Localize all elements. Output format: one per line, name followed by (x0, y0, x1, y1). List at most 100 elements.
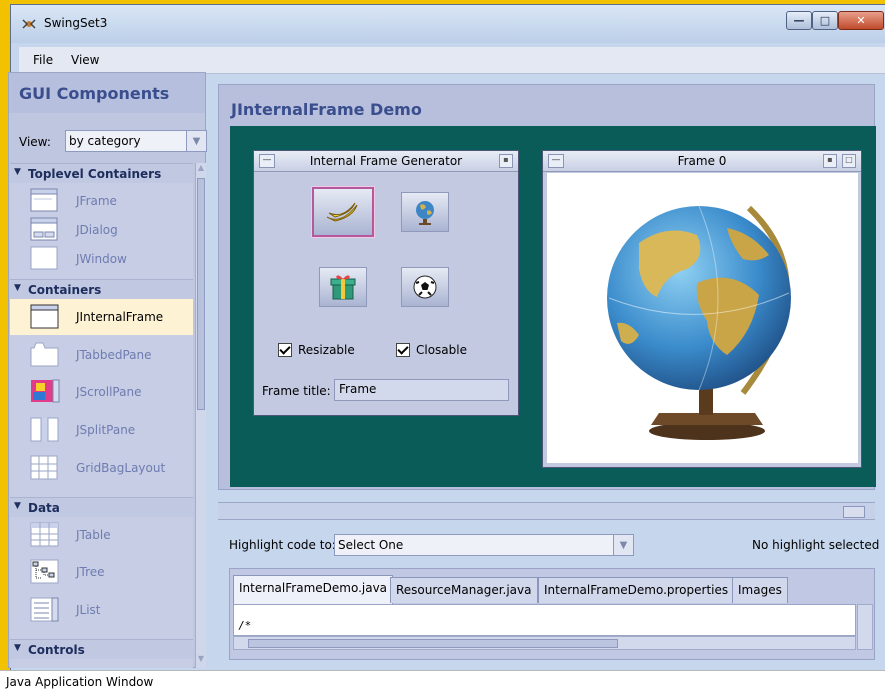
sidebar-title: GUI Components (19, 84, 170, 103)
category-controls[interactable]: ▼ Controls (10, 639, 193, 659)
swingset-icon (22, 19, 36, 29)
jinternalframe-icon (30, 304, 59, 329)
chevron-down-icon[interactable]: ▼ (186, 131, 206, 151)
banana-button[interactable] (311, 186, 375, 238)
components-sidebar: GUI Components View: by category ▼ ▼ Top… (8, 72, 207, 668)
expand-arrow-icon[interactable]: ▼ (14, 283, 21, 293)
expand-arrow-icon[interactable]: ▼ (14, 167, 21, 177)
status-bar: Java Application Window (0, 670, 885, 691)
frame-content (547, 173, 858, 463)
category-containers[interactable]: ▼ Containers (10, 279, 193, 299)
sidebar-item-jinternalframe[interactable]: JInternalFrame (10, 299, 193, 335)
menu-bar: File View (19, 47, 885, 74)
item-label: JScrollPane (76, 385, 142, 399)
scrollbar-thumb[interactable] (248, 639, 618, 648)
globe-icon (607, 205, 791, 440)
internal-frame-generator: — Internal Frame Generator ▪ Resizable C… (253, 150, 519, 416)
globe-icon (416, 201, 434, 225)
soccer-ball-button[interactable] (401, 267, 449, 307)
tab-images[interactable]: Images (732, 577, 788, 603)
jtable-icon (30, 522, 59, 547)
menu-view[interactable]: View (71, 53, 99, 67)
sidebar-item-jlist[interactable]: JList (10, 592, 193, 628)
code-horizontal-scrollbar[interactable] (233, 636, 856, 650)
desktop-pane: — Internal Frame Generator ▪ Resizable C… (230, 126, 876, 487)
highlight-combobox-value: Select One (338, 538, 404, 552)
highlight-combobox[interactable]: Select One ▼ (334, 534, 634, 556)
jsplitpane-icon (30, 417, 59, 442)
item-label: JDialog (76, 223, 118, 237)
code-vertical-scrollbar[interactable] (857, 604, 873, 650)
jwindow-icon (30, 246, 58, 270)
demo-title: JInternalFrame Demo (231, 100, 422, 119)
category-label: Data (28, 501, 60, 515)
minimize-icon[interactable]: ▪ (823, 154, 837, 168)
gift-button[interactable] (319, 267, 367, 307)
frame-title: Internal Frame Generator (309, 154, 463, 168)
minimize-icon[interactable]: — (786, 11, 812, 30)
close-icon[interactable]: ✕ (838, 11, 884, 30)
sidebar-item-jwindow[interactable]: JWindow (10, 241, 193, 277)
frame-title-bar[interactable]: — Internal Frame Generator ▪ (254, 151, 518, 172)
expand-arrow-icon[interactable]: ▼ (14, 501, 21, 511)
frame-title: Frame 0 (677, 154, 727, 168)
jdialog-icon (30, 217, 58, 241)
soccer-ball-icon (413, 275, 437, 299)
frame-0-window: — Frame 0 ▪ □ (542, 150, 862, 468)
sidebar-item-jtable[interactable]: JTable (10, 517, 193, 553)
title-bar[interactable]: SwingSet3 — □ ✕ (11, 5, 885, 43)
code-editor[interactable]: /* (233, 604, 856, 636)
item-label: JWindow (76, 252, 127, 266)
frame-title-input[interactable]: Frame (334, 379, 509, 401)
sidebar-item-jtabbedpane[interactable]: JTabbedPane (10, 337, 193, 373)
globe-button[interactable] (401, 192, 449, 232)
expand-arrow-icon[interactable]: ▼ (14, 643, 21, 653)
split-pane-divider[interactable] (218, 502, 875, 520)
component-tree: ▼ Toplevel Containers JFrame JDialog JWi… (10, 163, 193, 668)
sidebar-scrollbar[interactable]: ▲ ▼ (195, 163, 206, 668)
scroll-down-icon[interactable]: ▼ (196, 654, 206, 668)
highlight-status: No highlight selected (752, 538, 880, 552)
jlist-icon (30, 597, 59, 622)
category-label: Containers (28, 283, 102, 297)
maximize-icon[interactable]: □ (842, 154, 856, 168)
resizable-checkbox[interactable]: Resizable (278, 343, 355, 357)
category-toplevel-containers[interactable]: ▼ Toplevel Containers (10, 163, 193, 183)
scroll-up-icon[interactable]: ▲ (196, 163, 206, 177)
category-data[interactable]: ▼ Data (10, 497, 193, 517)
item-label: JList (76, 603, 101, 617)
tab-resourcemanager-java[interactable]: ResourceManager.java (390, 577, 538, 603)
sidebar-item-jsplitpane[interactable]: JSplitPane (10, 412, 193, 448)
minimize-icon[interactable]: ▪ (499, 154, 513, 168)
view-label: View: (19, 135, 51, 149)
divider-handle[interactable] (843, 506, 865, 518)
code-text: /* (238, 619, 252, 632)
sidebar-item-gridbaglayout[interactable]: GridBagLayout (10, 450, 193, 486)
checkbox-checked-icon[interactable] (278, 343, 292, 357)
sidebar-item-jtree[interactable]: JTree (10, 554, 193, 590)
closable-label: Closable (416, 343, 467, 357)
demo-panel: JInternalFrame Demo — Internal Frame Gen… (218, 84, 876, 490)
menu-file[interactable]: File (33, 53, 53, 67)
frame-title-bar[interactable]: — Frame 0 ▪ □ (543, 151, 861, 172)
view-combobox-value: by category (69, 134, 141, 148)
window-title: SwingSet3 (44, 16, 108, 30)
closable-checkbox[interactable]: Closable (396, 343, 467, 357)
jtree-icon (30, 559, 59, 584)
checkbox-checked-icon[interactable] (396, 343, 410, 357)
sidebar-header: GUI Components (9, 73, 205, 113)
item-label: JSplitPane (76, 423, 136, 437)
jframe-icon (30, 188, 58, 212)
frame-title-label: Frame title: (262, 384, 331, 398)
view-combobox[interactable]: by category ▼ (65, 130, 207, 152)
chevron-down-icon[interactable]: ▼ (613, 535, 633, 555)
item-label: JTable (76, 528, 111, 542)
sidebar-item-jscrollpane[interactable]: JScrollPane (10, 374, 193, 410)
item-label: GridBagLayout (76, 461, 166, 475)
tab-internalframedemo-properties[interactable]: InternalFrameDemo.properties (538, 577, 735, 603)
category-label: Controls (28, 643, 85, 657)
jtabbedpane-icon (30, 342, 59, 367)
scrollbar-thumb[interactable] (197, 178, 205, 410)
maximize-icon[interactable]: □ (812, 11, 838, 30)
tab-internalframedemo-java[interactable]: InternalFrameDemo.java (233, 575, 394, 604)
